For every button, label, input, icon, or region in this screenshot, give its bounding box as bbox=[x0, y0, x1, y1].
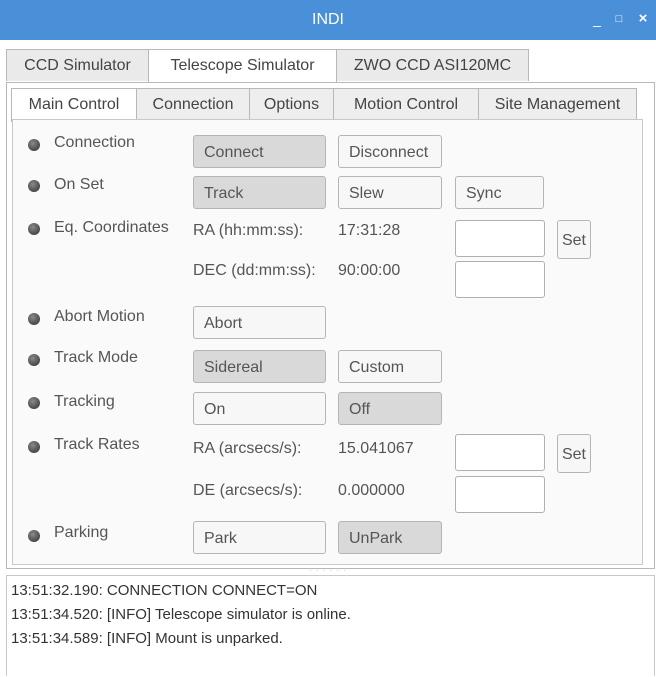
abort-motion-label: Abort Motion bbox=[54, 308, 145, 325]
ra-hms-label: RA (hh:mm:ss): bbox=[193, 222, 304, 239]
eq-coordinates-status-led bbox=[28, 223, 40, 235]
de-rate-value: 0.000000 bbox=[338, 482, 405, 499]
park-button[interactable]: Park bbox=[193, 521, 326, 554]
eq-set-button[interactable]: Set bbox=[557, 220, 591, 259]
tab-connection[interactable]: Connection bbox=[136, 88, 250, 121]
dec-dms-value: 90:00:00 bbox=[338, 262, 401, 279]
de-rate-label: DE (arcsecs/s): bbox=[193, 482, 303, 499]
log-panel[interactable]: 13:51:32.190: CONNECTION CONNECT=ON 13:5… bbox=[6, 575, 655, 676]
unpark-button[interactable]: UnPark bbox=[338, 521, 442, 554]
tracking-off-button[interactable]: Off bbox=[338, 392, 442, 425]
ra-hms-value: 17:31:28 bbox=[338, 222, 401, 239]
track-rates-set-button[interactable]: Set bbox=[557, 434, 591, 473]
ra-rate-label: RA (arcsecs/s): bbox=[193, 440, 302, 457]
connect-button[interactable]: Connect bbox=[193, 135, 326, 168]
ra-input[interactable] bbox=[455, 220, 545, 257]
parking-status-led bbox=[28, 530, 40, 542]
tab-ccd-simulator[interactable]: CCD Simulator bbox=[6, 49, 149, 81]
track-button[interactable]: Track bbox=[193, 176, 326, 209]
on-set-label: On Set bbox=[54, 176, 104, 193]
connection-status-led bbox=[28, 139, 40, 151]
minimize-icon[interactable]: _ bbox=[586, 8, 608, 30]
track-rates-label: Track Rates bbox=[54, 436, 140, 453]
de-rate-input[interactable] bbox=[455, 476, 545, 513]
tab-options[interactable]: Options bbox=[249, 88, 334, 121]
disconnect-button[interactable]: Disconnect bbox=[338, 135, 442, 168]
tab-main-control[interactable]: Main Control bbox=[11, 88, 137, 122]
main-control-panel bbox=[12, 119, 643, 565]
tracking-on-button[interactable]: On bbox=[193, 392, 326, 425]
tab-telescope-simulator[interactable]: Telescope Simulator bbox=[148, 49, 337, 83]
tracking-status-led bbox=[28, 397, 40, 409]
abort-motion-status-led bbox=[28, 313, 40, 325]
track-mode-label: Track Mode bbox=[54, 349, 138, 366]
tab-motion-control[interactable]: Motion Control bbox=[333, 88, 479, 121]
log-line: 13:51:34.520: [INFO] Telescope simulator… bbox=[11, 606, 351, 623]
close-icon[interactable]: × bbox=[632, 8, 654, 30]
splitter-handle[interactable]: · · · · · · bbox=[300, 567, 356, 575]
slew-button[interactable]: Slew bbox=[338, 176, 442, 209]
abort-button[interactable]: Abort bbox=[193, 306, 326, 339]
sidereal-button[interactable]: Sidereal bbox=[193, 350, 326, 383]
custom-button[interactable]: Custom bbox=[338, 350, 442, 383]
log-line: 13:51:34.589: [INFO] Mount is unparked. bbox=[11, 630, 283, 647]
dec-dms-label: DEC (dd:mm:ss): bbox=[193, 262, 316, 279]
dec-input[interactable] bbox=[455, 261, 545, 298]
maximize-icon[interactable]: □ bbox=[608, 8, 630, 30]
tab-site-management[interactable]: Site Management bbox=[478, 88, 637, 121]
ra-rate-value: 15.041067 bbox=[338, 440, 414, 457]
on-set-status-led bbox=[28, 180, 40, 192]
connection-label: Connection bbox=[54, 134, 135, 151]
indi-window: INDI _ □ × CCD Simulator Telescope Simul… bbox=[0, 0, 656, 677]
parking-label: Parking bbox=[54, 524, 109, 541]
tab-zwo-ccd[interactable]: ZWO CCD ASI120MC bbox=[336, 49, 529, 81]
eq-coordinates-label: Eq. Coordinates bbox=[54, 219, 169, 236]
track-mode-status-led bbox=[28, 354, 40, 366]
ra-rate-input[interactable] bbox=[455, 434, 545, 471]
window-title: INDI bbox=[312, 11, 344, 28]
title-bar: INDI _ □ × bbox=[0, 0, 656, 40]
log-line: 13:51:32.190: CONNECTION CONNECT=ON bbox=[11, 582, 318, 599]
track-rates-status-led bbox=[28, 441, 40, 453]
sync-button[interactable]: Sync bbox=[455, 176, 544, 209]
tracking-label: Tracking bbox=[54, 393, 115, 410]
